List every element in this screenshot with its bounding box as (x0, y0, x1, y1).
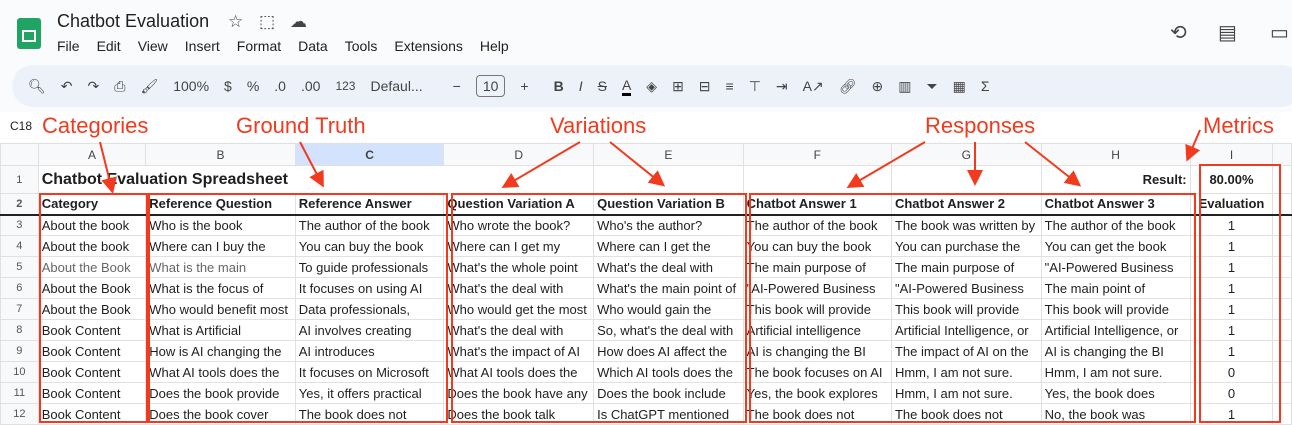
annotation-arrows (99, 129, 1201, 194)
